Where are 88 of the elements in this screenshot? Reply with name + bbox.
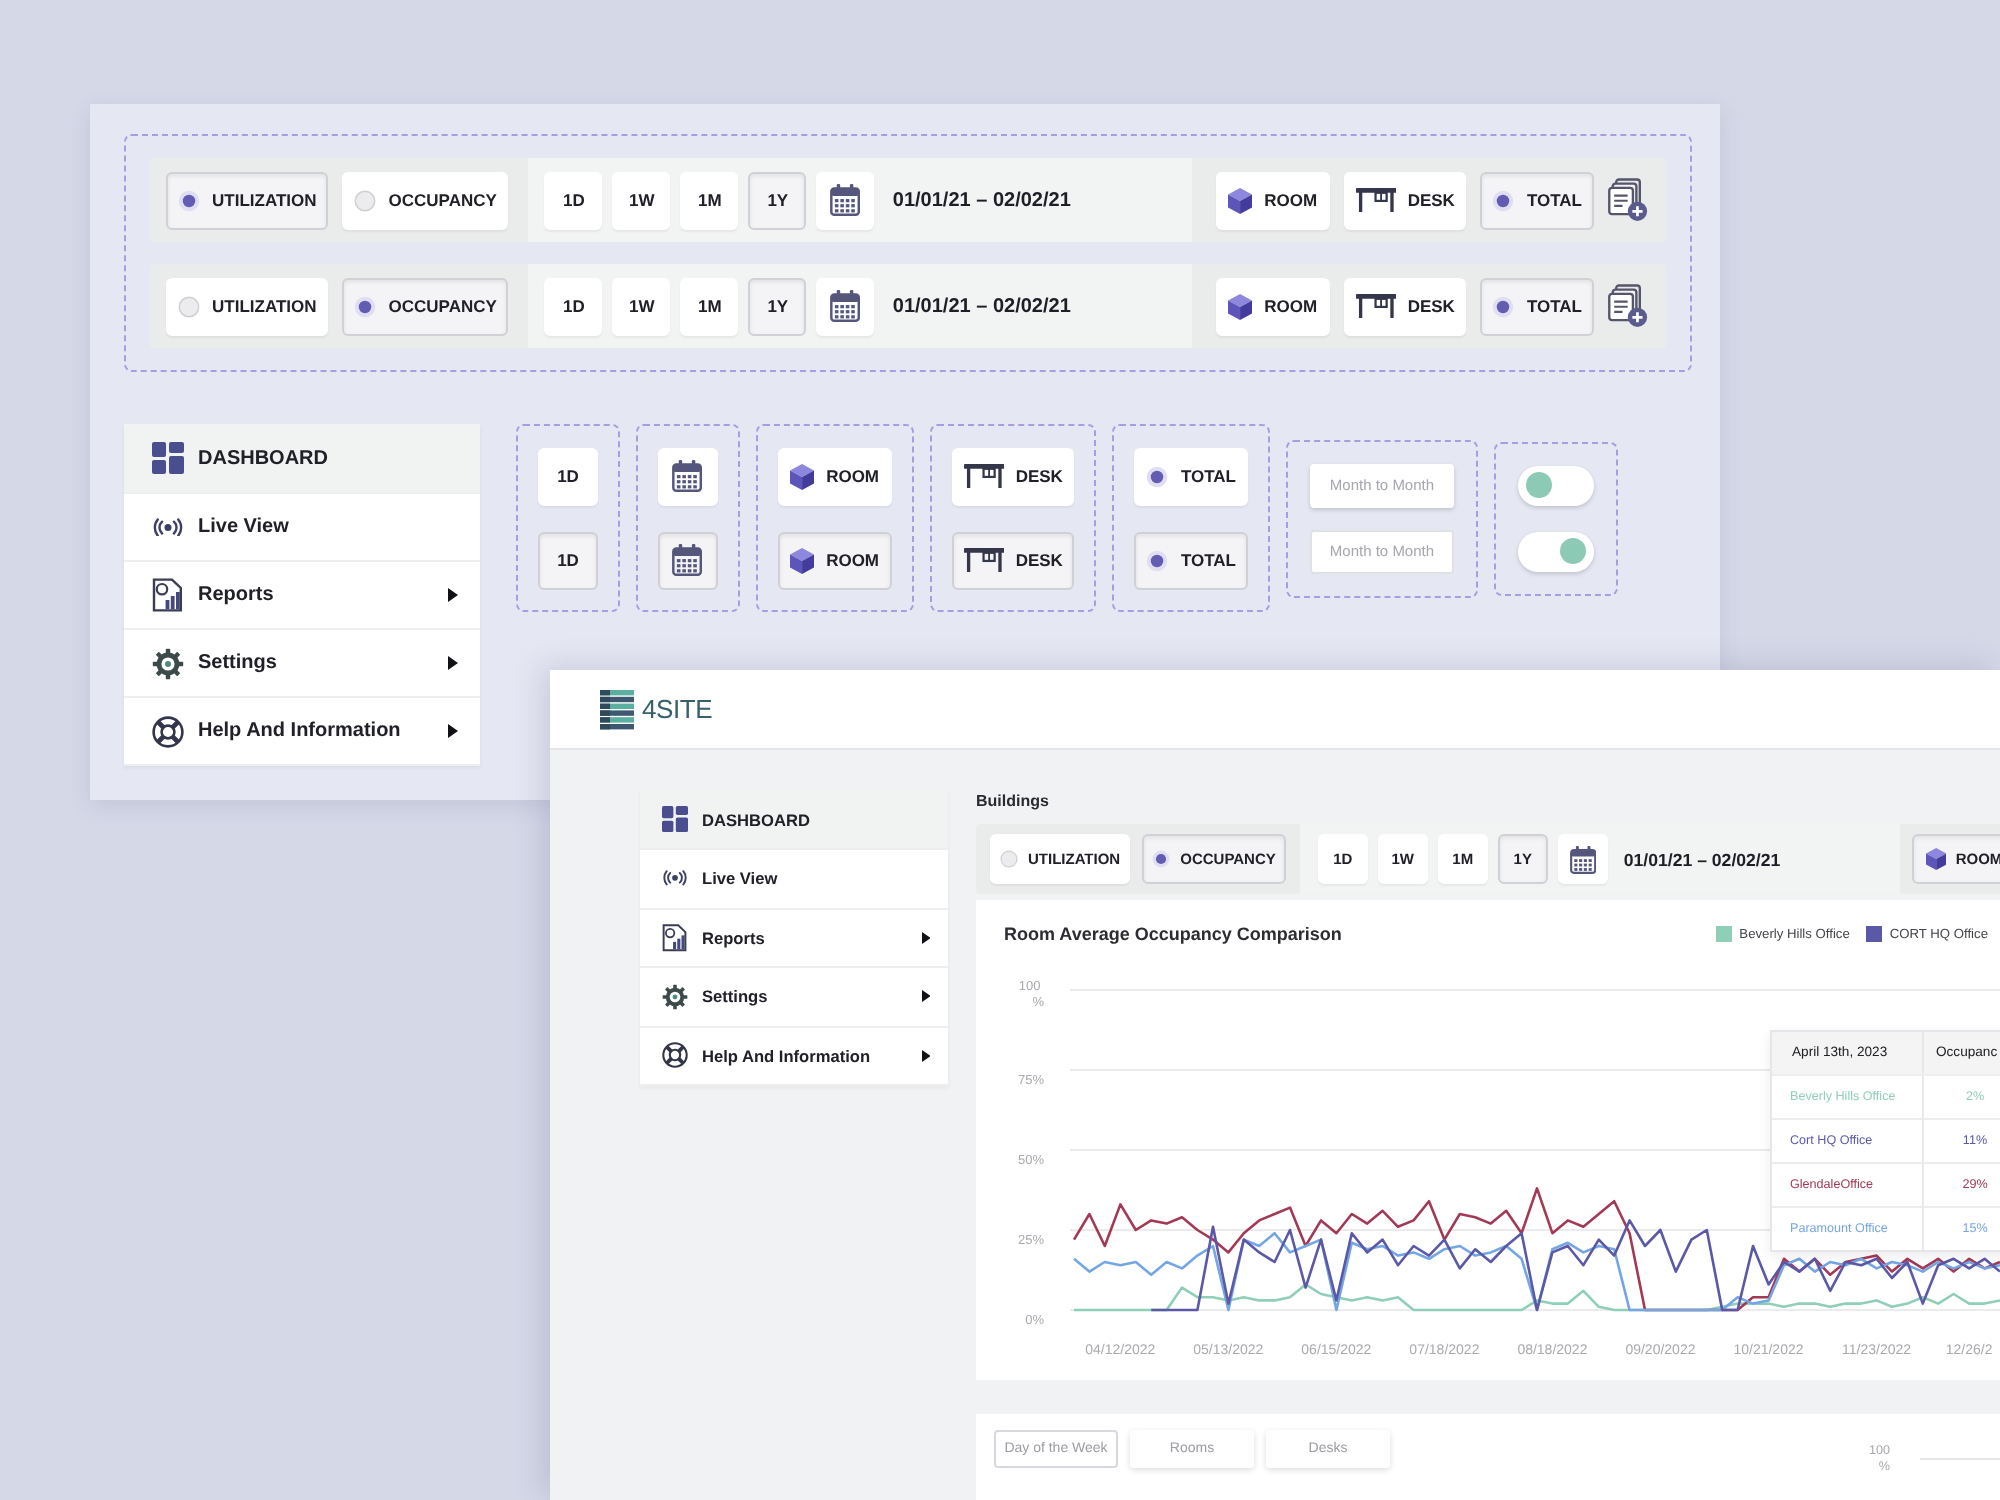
calendar-icon — [830, 290, 861, 322]
desk-icon — [963, 464, 1004, 488]
period-button[interactable]: 1M — [680, 171, 739, 229]
date-range: 01/01/21 – 02/02/21 — [1623, 849, 1781, 869]
period-button[interactable]: 1M — [680, 277, 739, 335]
broadcast-icon — [152, 517, 184, 537]
view-button[interactable]: TOTAL — [1134, 531, 1248, 589]
caret-right-icon — [448, 724, 458, 738]
desk-icon — [1355, 294, 1396, 318]
document-stack-plus-icon[interactable] — [1608, 284, 1648, 328]
section-title: Buildings — [976, 790, 1051, 814]
dashboard-grid-icon — [152, 442, 184, 474]
sidebar-item[interactable]: Settings — [124, 630, 480, 698]
cube-icon — [790, 547, 815, 573]
period-button[interactable]: 1D — [538, 447, 598, 505]
caret-right-icon — [448, 656, 458, 670]
period-button[interactable]: 1Y — [748, 277, 807, 335]
view-button[interactable]: TOTAL — [1480, 171, 1594, 229]
cube-icon — [1228, 187, 1253, 213]
logo-icon — [600, 689, 634, 729]
sidebar-item[interactable]: DASHBOARD — [640, 790, 948, 850]
view-button[interactable]: ROOM — [1216, 171, 1330, 229]
sidebar-item[interactable]: Help And Information — [640, 1027, 948, 1086]
sidebar-item[interactable]: Live View — [640, 850, 948, 909]
lifebuoy-icon — [662, 1042, 688, 1069]
radio-button[interactable]: OCCUPANCY — [342, 277, 509, 335]
view-button[interactable]: ROOM — [778, 531, 892, 589]
calendar-icon — [830, 184, 861, 216]
radio-icon — [1152, 850, 1171, 868]
logo-text: 4SITE — [642, 694, 713, 724]
radio-icon — [1000, 850, 1018, 868]
dot-icon — [1492, 295, 1515, 317]
caret-right-icon — [921, 990, 930, 1003]
toggle-switch[interactable] — [1517, 531, 1594, 571]
period-button[interactable]: 1D — [538, 531, 598, 589]
calendar-icon — [672, 544, 704, 576]
sidebar-item[interactable]: DASHBOARD — [124, 424, 480, 494]
sidebar-item[interactable]: Live View — [124, 494, 480, 562]
period-button[interactable]: 1D — [544, 277, 603, 335]
caret-right-icon — [448, 588, 458, 602]
date-range: 01/01/21 – 02/02/21 — [892, 189, 1071, 211]
caret-right-icon — [921, 931, 930, 944]
cube-icon — [1925, 848, 1946, 870]
sidebar-item[interactable]: Reports — [640, 909, 948, 968]
view-button[interactable]: TOTAL — [1134, 447, 1248, 505]
period-button[interactable]: 1W — [612, 277, 671, 335]
gear-icon — [662, 983, 688, 1010]
view-button[interactable]: ROOM — [1216, 277, 1330, 335]
document-stack-plus-icon[interactable] — [1608, 178, 1648, 222]
chart-title: Room Average Occupancy Comparison — [1004, 924, 1342, 944]
lifebuoy-icon — [152, 715, 184, 747]
gear-icon — [152, 647, 184, 679]
radio-button[interactable]: UTILIZATION — [166, 277, 329, 335]
period-button[interactable]: 1Y — [748, 171, 807, 229]
radio-button[interactable]: UTILIZATION — [166, 171, 329, 229]
period-button[interactable]: 1W — [612, 171, 671, 229]
dashboard-grid-icon — [662, 806, 688, 832]
sidebar-item[interactable]: Settings — [640, 968, 948, 1027]
report-chart-icon — [662, 923, 688, 952]
radio-icon — [354, 295, 377, 317]
view-button[interactable]: DESK — [1343, 171, 1467, 229]
desk-icon — [1355, 188, 1396, 212]
sidebar-item[interactable]: Help And Information — [124, 698, 480, 766]
date-range: 01/01/21 – 02/02/21 — [892, 295, 1071, 317]
toggle-switch[interactable] — [1517, 465, 1594, 505]
sidebar-item[interactable]: Reports — [124, 562, 480, 630]
calendar-button[interactable] — [658, 531, 718, 589]
cube-icon — [790, 463, 815, 489]
dot-icon — [1146, 549, 1169, 571]
period-button[interactable]: 1D — [544, 171, 603, 229]
calendar-icon — [1569, 845, 1596, 873]
caret-right-icon — [921, 1049, 930, 1062]
dot-icon — [1146, 465, 1169, 487]
view-button[interactable]: DESK — [951, 531, 1075, 589]
calendar-icon — [672, 460, 704, 492]
radio-icon — [178, 295, 200, 317]
radio-icon — [354, 189, 377, 211]
view-button[interactable]: TOTAL — [1480, 277, 1594, 335]
broadcast-icon — [662, 870, 688, 887]
radio-icon — [178, 189, 200, 211]
dot-icon — [1492, 189, 1515, 211]
cube-icon — [1228, 293, 1253, 319]
desk-icon — [963, 548, 1004, 572]
view-button[interactable]: DESK — [1343, 277, 1467, 335]
view-button[interactable]: ROOM — [778, 447, 892, 505]
report-chart-icon — [152, 578, 184, 612]
radio-button[interactable]: OCCUPANCY — [342, 171, 509, 229]
view-button[interactable]: DESK — [951, 447, 1075, 505]
